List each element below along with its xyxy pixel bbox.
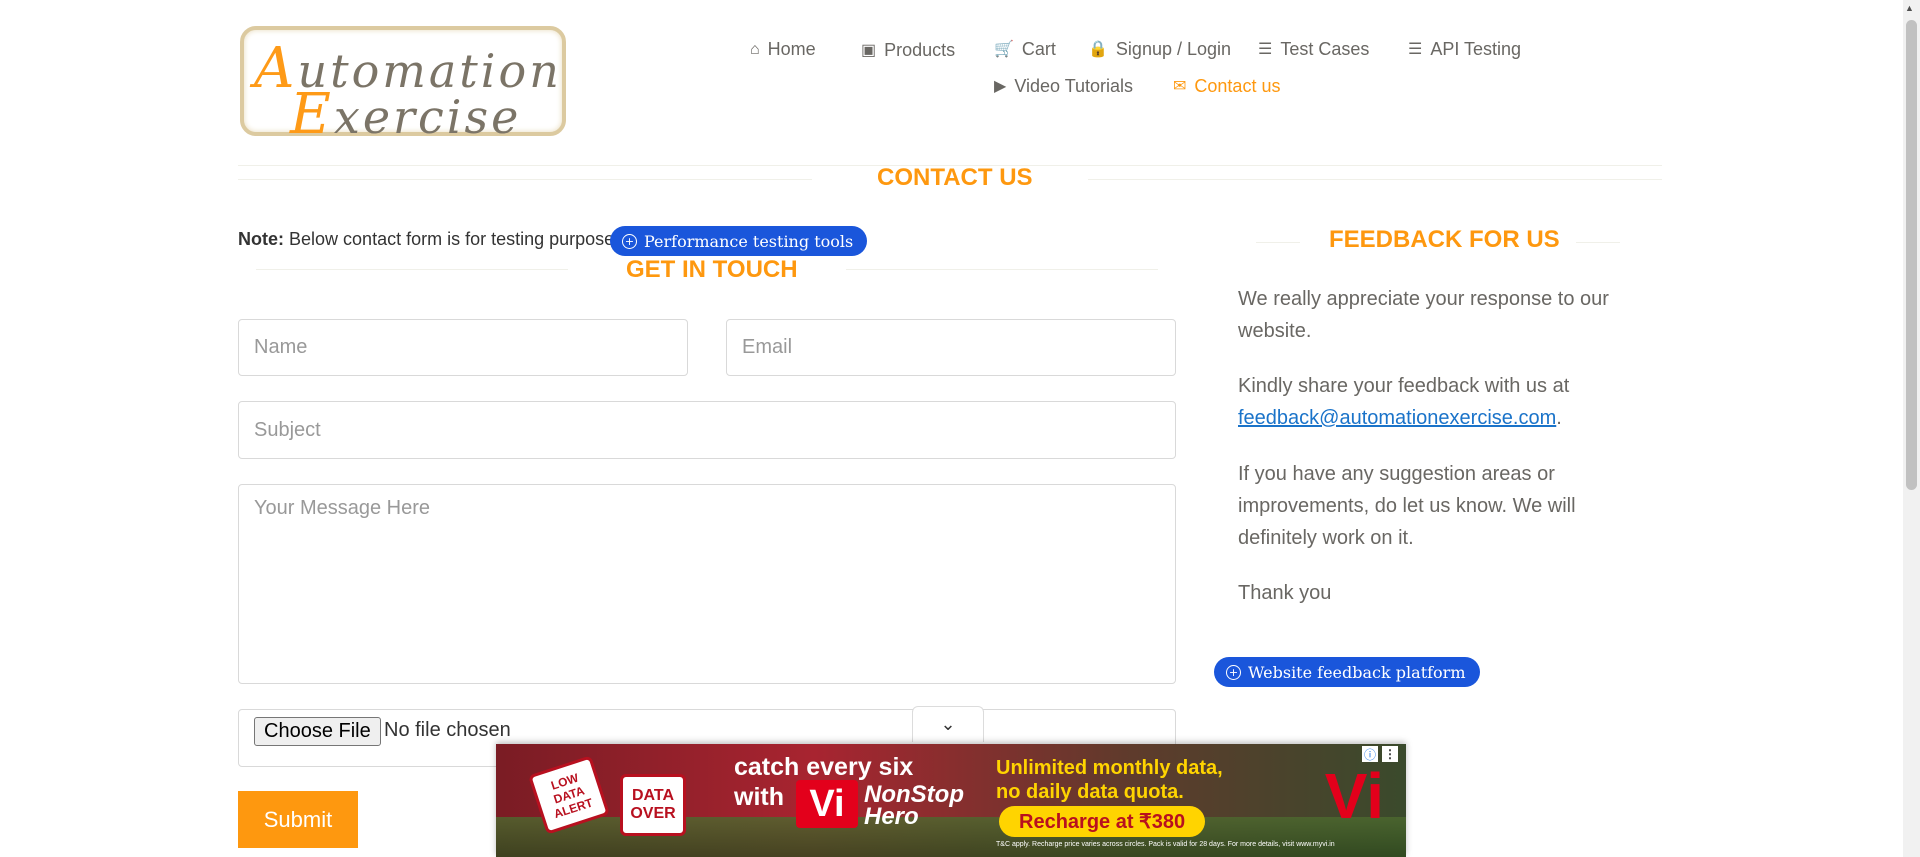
cart-icon: 🛒 [994,40,1014,58]
nav-video-tutorials-label: Video Tutorials [1014,76,1134,96]
nav-products-label: Products [884,40,956,60]
nav-signup-login[interactable]: 🔒 Signup / Login [1088,39,1231,60]
ad-brand: NonStop Hero [864,783,964,830]
ad-vi-badge: Vi [796,780,858,828]
ad-offer-line1: Unlimited monthly data, [996,757,1223,779]
no-file-text: No file chosen [384,719,511,741]
ad-sign-data-over: DATA OVER [620,774,686,836]
nav-cart-label: Cart [1021,39,1056,59]
ad-banner[interactable]: LOW DATA ALERT DATA OVER catch every six… [496,744,1406,857]
logo-line-2: Exercise [290,82,522,147]
subject-input[interactable] [238,401,1176,459]
message-textarea[interactable] [238,484,1176,684]
feedback-rule-right [1576,242,1620,243]
nav-test-cases-label: Test Cases [1280,39,1370,59]
nav-home-label: Home [767,39,816,59]
plus-circle-icon: + [1226,664,1241,680]
feedback-para-1: We really appreciate your response to ou… [1238,288,1609,342]
nav-test-cases[interactable]: ☰ Test Cases [1258,39,1369,60]
site-logo[interactable]: Automation Exercise [240,26,566,147]
website-feedback-pill[interactable]: + Website feedback platform [1214,657,1480,687]
feedback-para-2: Kindly share your feedback with us at fe… [1238,370,1638,434]
chevron-down-icon: ⌄ [940,714,956,734]
ad-menu-icon[interactable]: ⋮ [1382,746,1398,762]
envelope-icon: ✉ [1173,77,1187,95]
performance-tools-label: Performance testing tools [644,231,854,251]
nav-cart[interactable]: 🛒 Cart [994,39,1056,60]
plus-circle-icon: + [622,233,637,249]
feedback-para-2-period: . [1556,407,1562,429]
nav-contact-us[interactable]: ✉ Contact us [1173,76,1280,97]
youtube-icon: ▶ [994,77,1007,95]
feedback-rule-left [1256,242,1300,243]
feedback-para-2-text: Kindly share your feedback with us at [1238,375,1570,397]
briefcase-icon: ▣ [861,41,877,59]
ad-recharge-button[interactable]: Recharge at ₹380 [999,806,1206,837]
ad-headline-line1: catch every six [734,753,914,781]
get-in-touch-title: GET IN TOUCH [626,256,798,283]
name-input[interactable] [238,319,688,376]
nav-products[interactable]: ▣ Products [861,40,955,61]
ad-collapse-button[interactable]: ⌄ [912,706,984,742]
nav-api-testing[interactable]: ☰ API Testing [1408,39,1521,60]
list-icon: ☰ [1408,40,1423,58]
page-title: CONTACT US [877,164,1033,191]
feedback-title: FEEDBACK FOR US [1329,226,1560,253]
feedback-email-link[interactable]: feedback@automationexercise.com [1238,407,1556,429]
ad-info-icon[interactable]: ⓘ [1362,746,1378,762]
website-feedback-label: Website feedback platform [1248,662,1466,682]
performance-tools-pill[interactable]: + Performance testing tools [610,226,868,256]
feedback-para-3: If you have any suggestion areas or impr… [1238,463,1576,549]
title-rule-left [238,179,812,180]
choose-file-button[interactable]: Choose File [254,717,381,746]
touch-rule-right [846,269,1158,270]
nav-home[interactable]: ⌂ Home [750,39,816,60]
nav-contact-us-label: Contact us [1194,76,1281,96]
ad-headline-line2: with [734,783,784,811]
list-icon: ☰ [1258,40,1273,58]
email-input[interactable] [726,319,1176,376]
note-text: Below contact form is for testing purpos… [289,229,620,249]
scroll-up-arrow-icon[interactable]: ▲ [1905,3,1914,13]
form-note: Note: Below contact form is for testing … [238,229,619,250]
ad-fine-print: T&C apply. Recharge price varies across … [996,841,1335,848]
touch-rule-left [256,269,568,270]
ad-offer-line2: no daily data quota. [996,781,1184,803]
title-rule-right [1088,179,1662,180]
lock-icon: 🔒 [1088,40,1108,58]
submit-button[interactable]: Submit [238,791,358,848]
ad-brand-line2: Hero [864,803,919,830]
nav-signup-login-label: Signup / Login [1115,39,1232,59]
ad-vi-logo: Vi [1324,760,1384,832]
ad-offer: Unlimited monthly data, no daily data qu… [996,756,1223,804]
scrollbar-thumb[interactable] [1906,20,1917,490]
nav-api-testing-label: API Testing [1430,39,1522,59]
home-icon: ⌂ [750,40,760,58]
feedback-thanks: Thank you [1238,582,1332,604]
nav-video-tutorials[interactable]: ▶ Video Tutorials [994,76,1133,97]
note-label: Note: [238,229,284,249]
